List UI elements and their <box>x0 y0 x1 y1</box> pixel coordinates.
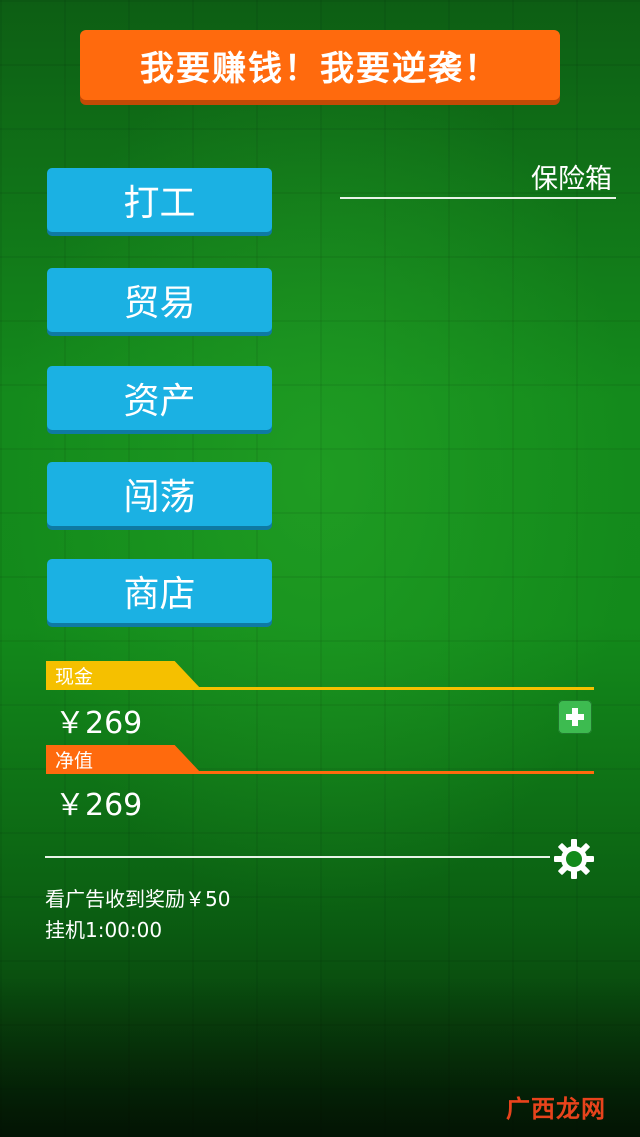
gear-icon[interactable] <box>553 838 595 880</box>
plus-icon <box>566 708 584 726</box>
menu-button-shop[interactable]: 商店 <box>47 559 272 623</box>
safe-box-label[interactable]: 保险箱 <box>531 157 612 196</box>
settings-divider <box>45 856 550 858</box>
menu-button-adventure[interactable]: 闯荡 <box>47 462 272 526</box>
safe-box-underline <box>340 197 616 199</box>
menu-button-assets[interactable]: 资产 <box>47 366 272 430</box>
title-banner: 我要赚钱！我要逆袭！ <box>80 30 560 100</box>
add-cash-button[interactable] <box>558 700 592 734</box>
net-worth-tag: 净值 <box>46 745 201 773</box>
cash-divider <box>46 687 594 690</box>
net-worth-amount: ￥269 <box>55 788 143 823</box>
menu-button-trade[interactable]: 贸易 <box>47 268 272 332</box>
ad-reward-text[interactable]: 看广告收到奖励￥50 <box>45 883 230 912</box>
menu-button-work[interactable]: 打工 <box>47 168 272 232</box>
cash-tag: 现金 <box>46 661 201 689</box>
watermark-logo: 广西龙网 <box>506 1095 606 1123</box>
net-worth-divider <box>46 771 594 774</box>
idle-timer-text: 挂机1:00:00 <box>45 918 163 942</box>
cash-amount: ￥269 <box>55 706 143 741</box>
